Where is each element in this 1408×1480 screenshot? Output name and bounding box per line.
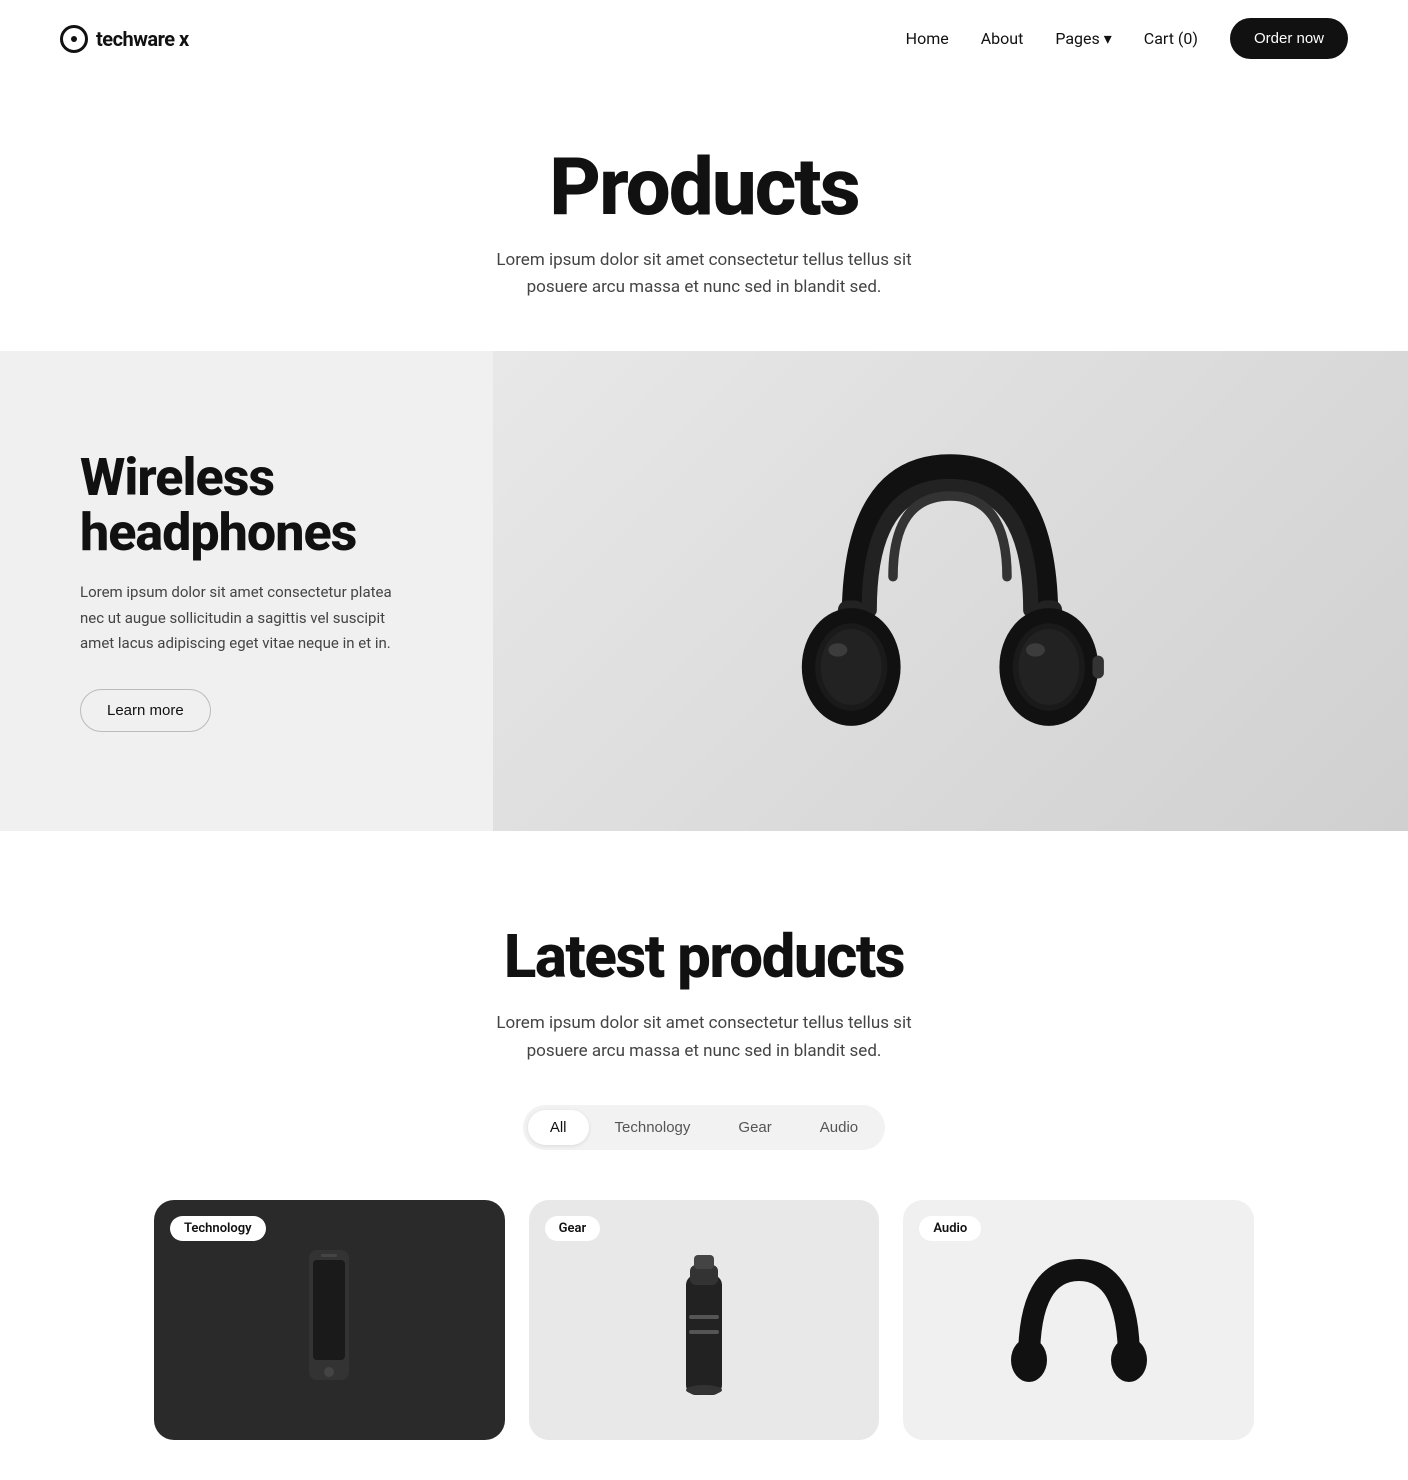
hero-title: Products [20,147,1388,227]
hero-section: Products Lorem ipsum dolor sit amet cons… [0,77,1408,351]
card-badge-technology: Technology [170,1216,266,1241]
nav-pages-dropdown[interactable]: Pages ▾ [1055,29,1111,48]
nav-links: Home About Pages ▾ Cart (0) Order now [906,18,1348,59]
banner-title: Wireless headphones [80,451,400,560]
hero-subtitle: Lorem ipsum dolor sit amet consectetur t… [484,247,924,301]
product-card-gear[interactable]: Gear [529,1200,880,1440]
order-now-button[interactable]: Order now [1230,18,1348,59]
nav-about[interactable]: About [981,29,1024,48]
banner-image [493,351,1408,831]
latest-title: Latest products [60,921,1348,992]
latest-subtitle: Lorem ipsum dolor sit amet consectetur t… [484,1010,924,1064]
nav-pages-label: Pages [1055,29,1099,48]
filter-tab-gear[interactable]: Gear [716,1110,793,1145]
filter-tab-technology[interactable]: Technology [593,1110,713,1145]
filter-tab-all[interactable]: All [528,1110,589,1145]
brand-name: techware x [96,27,189,51]
headphones-illustration [760,401,1140,781]
nav-cart[interactable]: Cart (0) [1144,29,1198,48]
product-card-technology[interactable]: Technology [154,1200,505,1440]
navbar: techware x Home About Pages ▾ Cart (0) O… [0,0,1408,77]
latest-section: Latest products Lorem ipsum dolor sit am… [0,831,1408,1479]
card-badge-audio: Audio [919,1216,981,1241]
banner-description: Lorem ipsum dolor sit amet consectetur p… [80,580,400,657]
banner-text-block: Wireless headphones Lorem ipsum dolor si… [0,391,480,792]
gear-product-illustration [654,1235,754,1405]
chevron-down-icon: ▾ [1104,29,1112,48]
filter-tabs: All Technology Gear Audio [523,1105,885,1150]
featured-banner: Wireless headphones Lorem ipsum dolor si… [0,351,1408,831]
card-badge-gear: Gear [545,1216,601,1241]
logo-icon [60,25,88,53]
tech-product-illustration [269,1240,389,1400]
audio-product-illustration [1009,1250,1149,1390]
learn-more-button[interactable]: Learn more [80,689,211,732]
brand-logo[interactable]: techware x [60,25,189,53]
nav-home[interactable]: Home [906,29,949,48]
product-card-audio[interactable]: Audio [903,1200,1254,1440]
filter-tab-audio[interactable]: Audio [798,1110,880,1145]
products-grid: Technology Gear [154,1200,1254,1440]
